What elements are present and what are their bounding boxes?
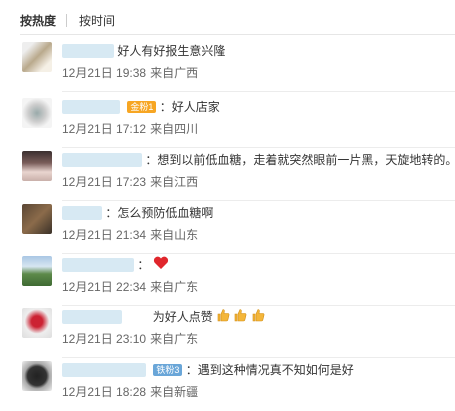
username[interactable] (62, 99, 120, 114)
username[interactable] (62, 43, 114, 58)
avatar[interactable] (22, 256, 52, 286)
sort-tabs: 按热度 按时间 (20, 10, 115, 30)
comment-date: 12月21日 21:34 (62, 228, 147, 242)
fan-badge: 金粉1 (127, 100, 157, 113)
fan-badge: 铁粉3 (153, 363, 183, 376)
comment-date: 12月21日 22:34 (62, 280, 147, 294)
tab-sort-by-hot[interactable]: 按热度 (20, 12, 56, 29)
username[interactable] (62, 362, 146, 377)
comment-item: ： 12月21日 22:34 来自广东 (20, 250, 455, 306)
avatar[interactable] (22, 308, 52, 338)
avatar[interactable] (22, 204, 52, 234)
comment-item: 为好人点赞 12月21日 23:10 来自广东 (20, 302, 455, 358)
comment-text: 为好人点赞 (152, 310, 213, 324)
comment-date: 12月21日 17:12 (62, 122, 147, 136)
comment-item: ：怎么预防低血糖啊 12月21日 21:34 来自山东 (20, 198, 455, 254)
comment-text: ：遇到这种情况真不知如何是好 (185, 362, 354, 377)
thumbs-up-icon (251, 308, 265, 326)
comment-date: 12月21日 17:23 (62, 175, 147, 189)
heart-icon (153, 256, 169, 274)
avatar[interactable] (22, 151, 52, 181)
comment-source: 来自山东 (150, 228, 199, 242)
comment-text: ：想到以前低血糖，走着就突然眼前一片黑，天旋地转的。 (145, 152, 455, 167)
comment-source: 来自江西 (150, 175, 199, 189)
thumbs-up-icon (216, 308, 230, 326)
comment-source: 来自四川 (150, 122, 199, 136)
comment-text: ：怎么预防低血糖啊 (105, 205, 214, 220)
username[interactable] (62, 258, 134, 272)
avatar[interactable] (22, 361, 52, 391)
comment-item: 铁粉3 ：遇到这种情况真不知如何是好 12月21日 18:28 来自新疆 (20, 355, 455, 411)
thumbs-up-icon (233, 308, 247, 326)
comment-source: 来自新疆 (150, 385, 199, 399)
username[interactable] (62, 205, 102, 220)
comment-source: 来自广西 (150, 66, 199, 80)
avatar[interactable] (22, 98, 52, 128)
comment-text: 好人有好报生意兴隆 (117, 43, 226, 58)
header-divider (20, 34, 455, 35)
comment-source: 来自广东 (150, 280, 199, 294)
comment-date: 12月21日 19:38 (62, 66, 147, 80)
tab-sort-by-time[interactable]: 按时间 (79, 12, 115, 29)
comment-date: 12月21日 23:10 (62, 332, 147, 346)
username[interactable] (62, 152, 142, 167)
comment-item: 好人有好报生意兴隆 12月21日 19:38 来自广西 (20, 36, 455, 92)
comment-item: ：想到以前低血糖，走着就突然眼前一片黑，天旋地转的。 12月21日 17:23 来… (20, 145, 455, 201)
avatar[interactable] (22, 42, 52, 72)
comment-date: 12月21日 18:28 (62, 385, 147, 399)
comment-item: 金粉1 ：好人店家 12月21日 17:12 来自四川 (20, 92, 455, 148)
comment-text: ： (137, 258, 150, 272)
comment-text: ：好人店家 (159, 99, 220, 114)
tab-divider (66, 13, 68, 27)
username[interactable] (62, 310, 122, 324)
comment-source: 来自广东 (150, 332, 199, 346)
